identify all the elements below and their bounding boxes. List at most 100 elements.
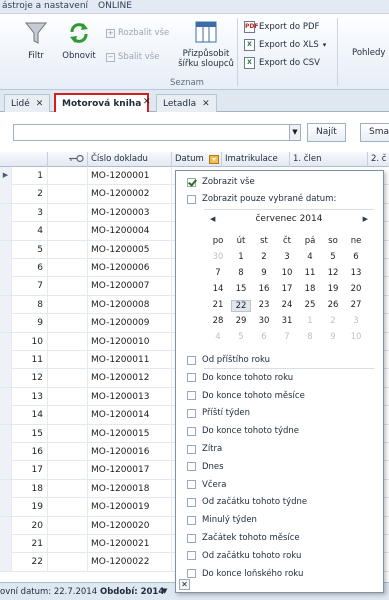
doc-number-cell[interactable]: MO-1200014: [88, 406, 172, 425]
row-indicator[interactable]: [0, 369, 12, 388]
calendar-next-icon[interactable]: ▶: [363, 215, 368, 223]
date-filter-option[interactable]: Od začátku tohoto týdne: [187, 495, 307, 509]
calendar-day[interactable]: 6: [346, 252, 366, 262]
export-pdf-button[interactable]: PDF Export do PDF: [244, 21, 319, 33]
row-indicator[interactable]: [0, 259, 12, 277]
calendar-day[interactable]: 1: [300, 316, 320, 326]
checkbox[interactable]: [187, 408, 196, 418]
doc-number-cell[interactable]: MO-1200013: [88, 387, 172, 406]
calendar-day[interactable]: 4: [300, 252, 320, 262]
tab-aircraft[interactable]: Letadla ✕: [156, 94, 217, 112]
export-xls-button[interactable]: X Export do XLS ▾: [244, 39, 326, 51]
calendar-day[interactable]: 17: [277, 284, 297, 294]
registration-header[interactable]: Imatrikulace: [222, 152, 290, 167]
member1-header[interactable]: 1. člen: [290, 152, 368, 167]
calendar-day[interactable]: 10: [277, 268, 297, 278]
calendar-day[interactable]: 8: [231, 268, 251, 278]
clear-button[interactable]: Smaza: [360, 123, 389, 142]
row-indicator[interactable]: [0, 498, 12, 517]
date-filter-option[interactable]: Příští týden: [187, 406, 250, 420]
doc-number-cell[interactable]: MO-1200015: [88, 424, 172, 443]
doc-number-cell[interactable]: MO-1200003: [88, 203, 172, 222]
views-button[interactable]: Pohledy: [352, 48, 389, 58]
calendar-day[interactable]: 22: [231, 300, 251, 312]
doc-number-cell[interactable]: MO-1200008: [88, 295, 172, 314]
key-column-header[interactable]: [48, 152, 88, 167]
calendar-day[interactable]: 26: [323, 300, 343, 310]
row-indicator[interactable]: [0, 479, 12, 498]
row-indicator[interactable]: [0, 424, 12, 443]
row-indicator[interactable]: [0, 185, 12, 204]
calendar-day[interactable]: 5: [231, 332, 251, 342]
calendar-day[interactable]: 7: [208, 268, 228, 278]
row-indicator[interactable]: [0, 406, 12, 425]
doc-number-cell[interactable]: MO-1200020: [88, 516, 172, 535]
date-header[interactable]: Datum: [172, 152, 222, 167]
status-period[interactable]: Období: 2014: [100, 587, 164, 597]
checkbox[interactable]: [187, 391, 196, 401]
doc-number-cell[interactable]: MO-1200006: [88, 259, 172, 277]
chevron-down-icon[interactable]: ▼: [162, 587, 167, 595]
row-indicator[interactable]: [0, 553, 12, 572]
row-indicator[interactable]: [0, 295, 12, 314]
search-dropdown-button[interactable]: ▼: [289, 124, 301, 141]
calendar-day[interactable]: 3: [346, 316, 366, 326]
calendar-day[interactable]: 18: [300, 284, 320, 294]
calendar-day[interactable]: 16: [254, 284, 274, 294]
doc-number-cell[interactable]: MO-1200001: [88, 167, 172, 185]
row-indicator[interactable]: [0, 387, 12, 406]
row-indicator[interactable]: [0, 203, 12, 222]
date-filter-option[interactable]: Dnes: [187, 460, 224, 474]
doc-number-cell[interactable]: MO-1200009: [88, 314, 172, 333]
doc-number-cell[interactable]: MO-1200004: [88, 222, 172, 241]
calendar-day[interactable]: 27: [346, 300, 366, 310]
row-indicator[interactable]: [0, 535, 12, 553]
checkbox[interactable]: [187, 515, 196, 525]
calendar-day[interactable]: 13: [346, 268, 366, 278]
row-indicator[interactable]: ▶: [0, 167, 12, 185]
calendar-day[interactable]: 24: [277, 300, 297, 310]
close-icon[interactable]: ✕: [36, 99, 44, 109]
date-filter-option[interactable]: Do konce tohoto týdne: [187, 424, 299, 438]
calendar-day[interactable]: 8: [300, 332, 320, 342]
calendar-day[interactable]: 5: [323, 252, 343, 262]
refresh-button[interactable]: Obnovit: [60, 20, 98, 61]
menu-tools[interactable]: ástroje a nastavení: [2, 1, 88, 11]
doc-number-cell[interactable]: MO-1200021: [88, 535, 172, 553]
doc-number-cell[interactable]: MO-1200005: [88, 240, 172, 259]
checkbox-checked[interactable]: [187, 177, 196, 187]
collapse-all-button[interactable]: − Sbalit vše: [106, 52, 159, 62]
calendar-day[interactable]: 6: [254, 332, 274, 342]
calendar-day[interactable]: 25: [300, 300, 320, 310]
calendar-day[interactable]: 12: [323, 268, 343, 278]
doc-number-cell[interactable]: MO-1200016: [88, 443, 172, 461]
search-input[interactable]: [13, 124, 291, 141]
calendar-day[interactable]: 20: [346, 284, 366, 294]
close-popup-button[interactable]: ✕: [179, 579, 190, 590]
row-indicator[interactable]: [0, 314, 12, 333]
date-filter-option[interactable]: Od začátku tohoto roku: [187, 549, 301, 563]
calendar-day[interactable]: 7: [277, 332, 297, 342]
doc-number-cell[interactable]: MO-1200007: [88, 277, 172, 296]
doc-number-cell[interactable]: MO-1200019: [88, 498, 172, 517]
tab-people[interactable]: Lidé ✕: [4, 94, 51, 112]
date-filter-option[interactable]: Zítra: [187, 442, 222, 456]
calendar-day[interactable]: 30: [208, 252, 228, 262]
checkbox[interactable]: [187, 533, 196, 543]
fit-columns-button[interactable]: Přizpůsobit šířku sloupců: [178, 20, 234, 69]
row-indicator[interactable]: [0, 222, 12, 241]
calendar-day[interactable]: 9: [254, 268, 274, 278]
checkbox[interactable]: [187, 373, 196, 383]
date-filter-option[interactable]: Do konce tohoto měsíce: [187, 389, 305, 403]
checkbox[interactable]: [187, 355, 196, 365]
date-filter-option[interactable]: Od příštího roku: [187, 353, 270, 367]
calendar-day[interactable]: 15: [231, 284, 251, 294]
calendar-day[interactable]: 29: [231, 316, 251, 326]
doc-number-cell[interactable]: MO-1200017: [88, 461, 172, 480]
calendar-day[interactable]: 11: [300, 268, 320, 278]
tab-motor-book[interactable]: Motorová kniha: [54, 93, 150, 113]
filter-button[interactable]: Filtr: [22, 20, 50, 61]
calendar-day[interactable]: 2: [254, 252, 274, 262]
filter-dropdown-icon[interactable]: [209, 155, 219, 164]
export-csv-button[interactable]: X Export do CSV: [244, 57, 320, 69]
